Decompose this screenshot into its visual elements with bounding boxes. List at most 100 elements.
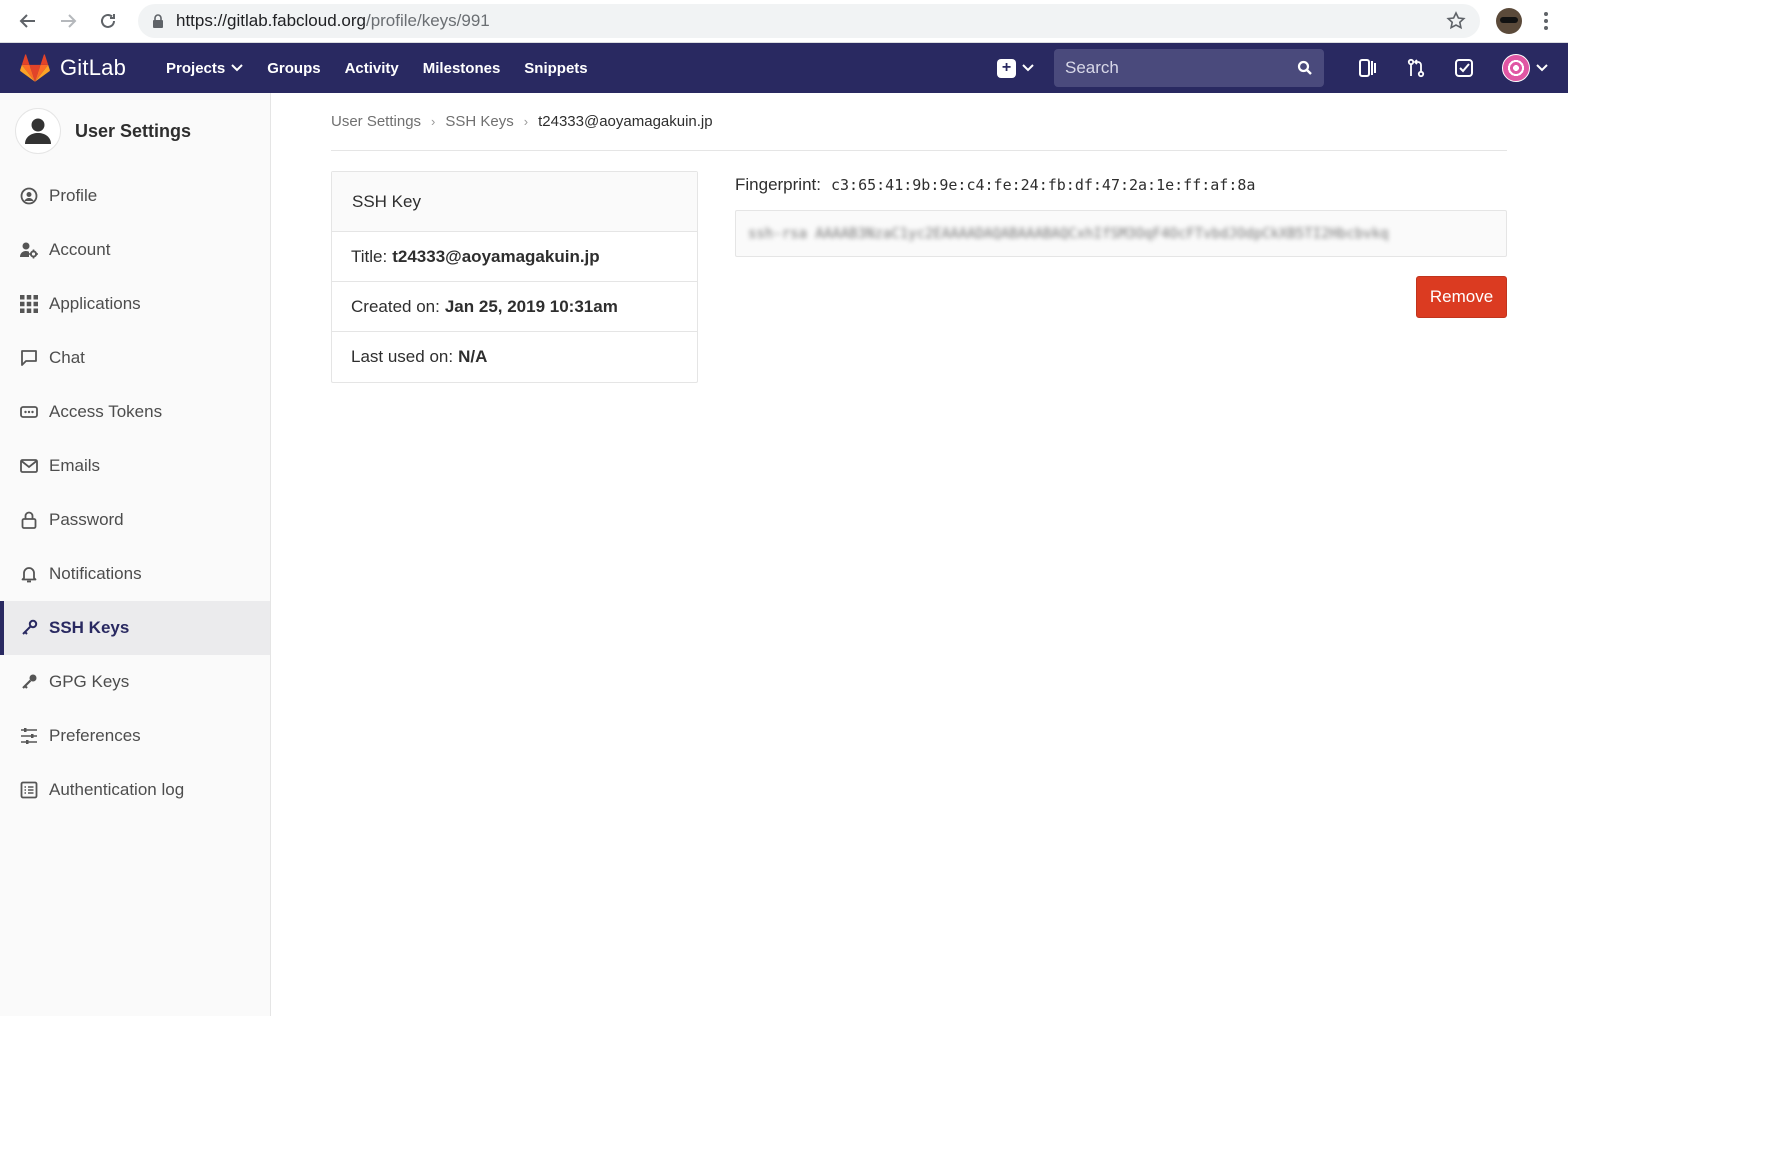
- breadcrumb-user-settings[interactable]: User Settings: [331, 113, 421, 130]
- fingerprint-label: Fingerprint:: [735, 175, 821, 194]
- sidebar-item-chat[interactable]: Chat: [0, 331, 270, 385]
- chevron-down-icon: [1022, 64, 1034, 72]
- sidebar-item-applications[interactable]: Applications: [0, 277, 270, 331]
- chat-icon: [20, 349, 38, 367]
- plus-icon: +: [997, 58, 1016, 78]
- token-icon: [20, 403, 38, 421]
- sidebar-item-label: Password: [49, 510, 124, 529]
- url-host: https://gitlab.fabcloud.org: [176, 11, 366, 30]
- sidebar-title: User Settings: [75, 120, 192, 141]
- breadcrumb: User Settings › SSH Keys › t24333@aoyama…: [331, 93, 1507, 151]
- sidebar-item-label: Emails: [49, 456, 101, 475]
- browser-menu-icon[interactable]: [1538, 12, 1554, 30]
- profile-icon: [20, 187, 38, 205]
- sidebar-toggle-icon[interactable]: [1354, 54, 1382, 82]
- lock-icon: [152, 14, 164, 28]
- reload-icon[interactable]: [94, 7, 122, 35]
- chevron-right-icon: ›: [523, 114, 529, 129]
- chevron-right-icon: ›: [431, 114, 436, 129]
- ssh-key-card: SSH Key Title: t24333@aoyamagakuin.jp Cr…: [331, 171, 698, 383]
- remove-button[interactable]: Remove: [1416, 276, 1507, 318]
- sidebar-header: User Settings: [0, 93, 270, 169]
- chevron-down-icon: [1536, 64, 1548, 72]
- main-content: User Settings › SSH Keys › t24333@aoyama…: [271, 93, 1568, 1016]
- sidebar-item-notifications[interactable]: Notifications: [0, 547, 270, 601]
- nav-snippets[interactable]: Snippets: [524, 60, 587, 77]
- user-settings-avatar-icon: [15, 108, 61, 154]
- search-icon[interactable]: [1297, 60, 1313, 76]
- fingerprint-row: Fingerprint: c3:65:41:9b:9e:c4:fe:24:fb:…: [735, 173, 1507, 197]
- gitlab-home-link[interactable]: GitLab: [20, 54, 126, 82]
- browser-toolbar: https://gitlab.fabcloud.org/profile/keys…: [0, 0, 1568, 43]
- breadcrumb-ssh-keys[interactable]: SSH Keys: [445, 113, 513, 130]
- settings-sidebar: User Settings Profile Account Applicatio…: [0, 93, 271, 1016]
- sidebar-item-label: Preferences: [49, 726, 141, 745]
- chevron-down-icon: [231, 64, 243, 72]
- sidebar-item-account[interactable]: Account: [0, 223, 270, 277]
- sidebar-item-preferences[interactable]: Preferences: [0, 709, 270, 763]
- ssh-key-details: Fingerprint: c3:65:41:9b:9e:c4:fe:24:fb:…: [735, 171, 1507, 383]
- url-path: /profile/keys/991: [365, 11, 490, 30]
- public-key-blurred: ssh-rsa AAAAB3NzaC1yc2EAAAADAQABAAABAQCx…: [748, 225, 1389, 242]
- sidebar-item-password[interactable]: Password: [0, 493, 270, 547]
- ssh-key-last-used-label: Last used on:: [351, 347, 454, 366]
- gitlab-logo-icon: [20, 54, 50, 82]
- ssh-key-last-used-row: Last used on: N/A: [332, 332, 697, 382]
- sidebar-item-label: GPG Keys: [49, 672, 130, 691]
- nav-milestones[interactable]: Milestones: [423, 60, 501, 77]
- forward-arrow-icon[interactable]: [54, 7, 82, 35]
- public-key-box[interactable]: ssh-rsa AAAAB3NzaC1yc2EAAAADAQABAAABAQCx…: [735, 210, 1507, 257]
- merge-requests-icon[interactable]: [1402, 54, 1430, 82]
- fingerprint-value: c3:65:41:9b:9e:c4:fe:24:fb:df:47:2a:1e:f…: [830, 176, 1256, 194]
- sidebar-item-ssh-keys[interactable]: SSH Keys: [0, 601, 270, 655]
- ssh-key-last-used-value: N/A: [458, 347, 488, 366]
- key-actions: Remove: [735, 276, 1507, 318]
- sidebar-item-label: Account: [49, 240, 111, 259]
- ssh-key-created-value: Jan 25, 2019 10:31am: [444, 296, 618, 316]
- sidebar-item-label: SSH Keys: [49, 618, 130, 637]
- sidebar-item-access-tokens[interactable]: Access Tokens: [0, 385, 270, 439]
- log-icon: [20, 781, 38, 799]
- account-icon: [20, 241, 38, 259]
- sidebar-item-label: Applications: [49, 294, 141, 313]
- sidebar-item-profile[interactable]: Profile: [0, 169, 270, 223]
- lock-icon: [20, 511, 38, 529]
- browser-profile-avatar[interactable]: [1496, 8, 1522, 34]
- breadcrumb-current-key[interactable]: t24333@aoyamagakuin.jp: [538, 113, 713, 130]
- new-item-dropdown[interactable]: +: [997, 58, 1034, 78]
- sidebar-item-emails[interactable]: Emails: [0, 439, 270, 493]
- sidebar-item-label: Authentication log: [49, 780, 185, 799]
- gitlab-navbar: GitLab Projects Groups Activity Mileston…: [0, 43, 1568, 93]
- sidebar-item-label: Profile: [49, 186, 98, 205]
- gitlab-brand-name: GitLab: [60, 55, 127, 80]
- sidebar-item-label: Chat: [49, 348, 85, 367]
- sidebar-item-gpg-keys[interactable]: GPG Keys: [0, 655, 270, 709]
- ssh-key-created-label: Created on:: [351, 296, 440, 316]
- sidebar-item-label: Notifications: [49, 564, 142, 583]
- applications-icon: [20, 295, 38, 313]
- email-icon: [20, 457, 38, 475]
- search-input[interactable]: [1065, 58, 1297, 78]
- key-icon: [20, 619, 38, 637]
- nav-projects-label: Projects: [166, 59, 226, 77]
- sidebar-item-label: Access Tokens: [49, 402, 163, 421]
- nav-groups[interactable]: Groups: [267, 60, 320, 77]
- bell-icon: [20, 565, 38, 583]
- nav-activity[interactable]: Activity: [345, 60, 399, 77]
- ssh-key-card-header: SSH Key: [332, 172, 697, 232]
- ssh-key-title-label: Title:: [351, 246, 388, 266]
- key-icon: [20, 673, 38, 691]
- address-bar[interactable]: https://gitlab.fabcloud.org/profile/keys…: [138, 4, 1480, 38]
- nav-projects[interactable]: Projects: [166, 60, 243, 77]
- ssh-key-created-row: Created on: Jan 25, 2019 10:31am: [332, 282, 697, 332]
- preferences-icon: [20, 727, 38, 745]
- user-avatar: [1502, 54, 1530, 82]
- bookmark-star-icon[interactable]: [1446, 11, 1466, 31]
- sidebar-item-authentication-log[interactable]: Authentication log: [0, 763, 270, 817]
- back-arrow-icon[interactable]: [14, 7, 42, 35]
- ssh-key-title-row: Title: t24333@aoyamagakuin.jp: [332, 232, 697, 282]
- ssh-key-title-value: t24333@aoyamagakuin.jp: [392, 246, 600, 266]
- user-menu-dropdown[interactable]: [1502, 54, 1548, 82]
- todos-icon[interactable]: [1450, 54, 1478, 82]
- search-box: [1054, 49, 1324, 87]
